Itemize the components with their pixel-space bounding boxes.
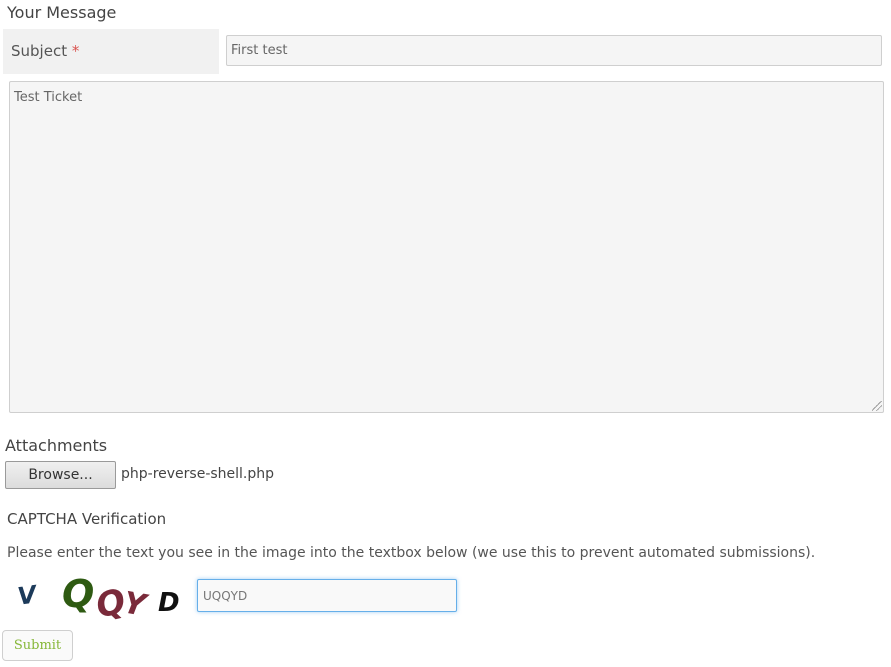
captcha-char-5: D: [158, 588, 180, 618]
captcha-image: V Q Q Y D: [16, 572, 180, 620]
selected-file-name: php-reverse-shell.php: [121, 466, 275, 482]
captcha-char-1: V: [16, 580, 41, 611]
captcha-instructions: Please enter the text you see in the ima…: [7, 545, 816, 561]
required-marker: *: [71, 42, 80, 60]
resize-grip-icon[interactable]: [872, 401, 882, 411]
captcha-input[interactable]: [197, 579, 457, 612]
subject-label-text: Subject: [11, 42, 68, 60]
your-message-heading: Your Message: [7, 3, 117, 22]
subject-label-cell: Subject *: [3, 29, 219, 74]
message-textarea[interactable]: Test Ticket: [9, 81, 884, 413]
captcha-heading: CAPTCHA Verification: [7, 510, 167, 528]
attachments-heading: Attachments: [5, 436, 108, 455]
subject-label: Subject *: [11, 42, 79, 60]
captcha-char-2: Q: [62, 572, 94, 616]
submit-button[interactable]: Submit: [2, 630, 73, 661]
subject-input[interactable]: [226, 35, 882, 66]
browse-button[interactable]: Browse...: [5, 461, 116, 489]
captcha-char-4: Y: [121, 585, 152, 620]
